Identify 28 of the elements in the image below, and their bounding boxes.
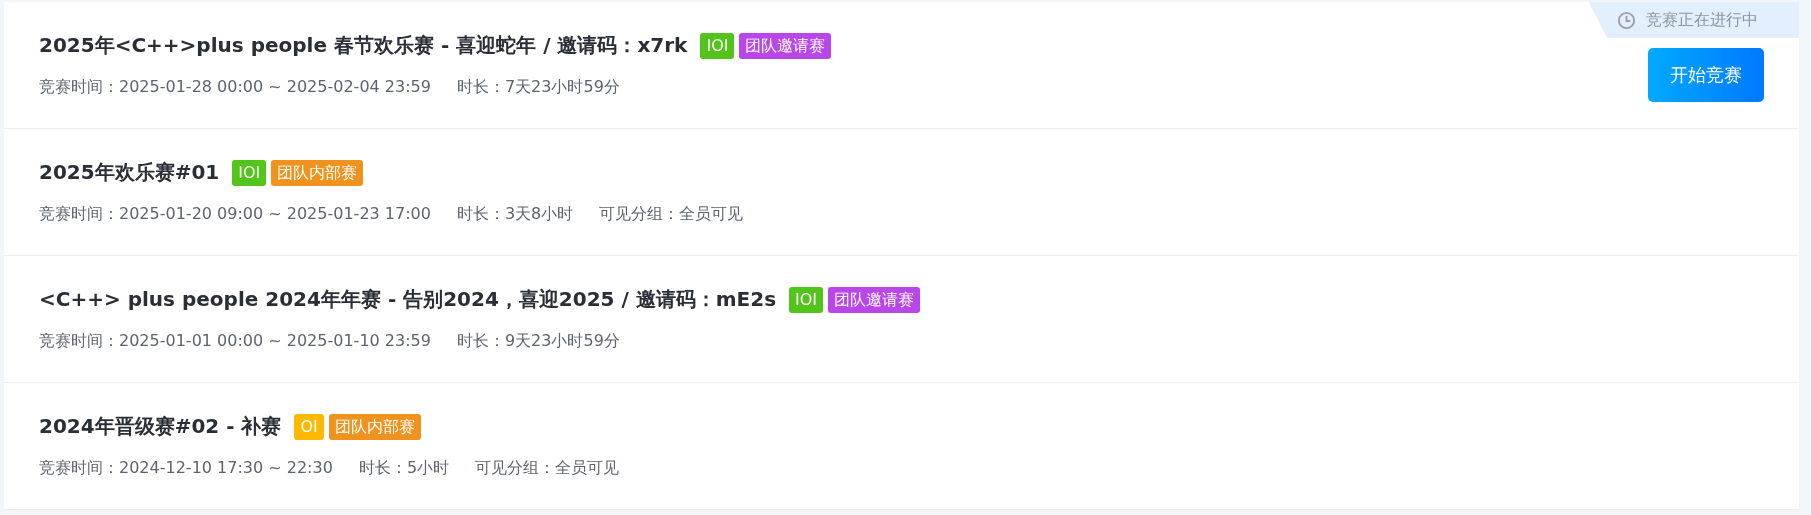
status-text: 竞赛正在进行中 xyxy=(1646,9,1758,31)
contest-tag: IOI xyxy=(789,286,824,313)
contest-info: 时长：7天23小时59分 xyxy=(456,77,620,98)
contest-row[interactable]: 2025年欢乐赛#01 IOI 团队内部赛 竞赛时间：2025-01-20 09:00 ~ 2025-01-23 17:00 时长：3天8小时 可见分组：全员可见 xyxy=(4,129,1799,256)
contest-title[interactable]: 2025年<C++>plus people 春节欢乐赛 - 喜迎蛇年 / 邀请码：x7rk xyxy=(39,32,688,59)
clock-icon xyxy=(1617,10,1636,30)
contest-info: 竞赛时间：2025-01-20 09:00 ~ 2025-01-23 17:00 xyxy=(39,204,431,225)
contest-info: 时长：5小时 xyxy=(358,458,450,479)
contest-row[interactable]: <C++> plus people 2024年年赛 - 告别2024，喜迎2025 / 邀请码：mE2s IOI 团队邀请赛 竞赛时间：2025-01-01 00:00 ~ 2025-01-10 23:59 时长：9天23小时59分 xyxy=(4,256,1799,383)
contest-info: 竞赛时间：2025-01-28 00:00 ~ 2025-02-04 23:59 xyxy=(39,77,431,98)
contest-info: 竞赛时间：2024-12-10 17:30 ~ 22:30 xyxy=(39,458,333,479)
contest-tag: 团队内部赛 xyxy=(271,159,364,186)
contest-tag: 团队邀请赛 xyxy=(828,286,921,313)
contest-tag: IOI xyxy=(232,159,267,186)
contest-info: 可见分组：全员可见 xyxy=(599,204,744,225)
contest-tag: 团队内部赛 xyxy=(328,413,421,440)
contest-info: 时长：9天23小时59分 xyxy=(456,331,620,352)
contest-info: 时长：3天8小时 xyxy=(456,204,574,225)
contest-tag: OI xyxy=(294,413,324,440)
contest-tag: 团队邀请赛 xyxy=(739,32,832,59)
contest-title[interactable]: 2025年欢乐赛#01 xyxy=(39,159,220,186)
contest-info: 可见分组：全员可见 xyxy=(475,458,620,479)
contest-title[interactable]: 2024年晋级赛#02 - 补赛 xyxy=(39,413,282,440)
contest-row[interactable]: 2025年<C++>plus people 春节欢乐赛 - 喜迎蛇年 / 邀请码：x7rk IOI 团队邀请赛 竞赛时间：2025-01-28 00:00 ~ 2025-02-04 23:59 时长：7天23小时59分 竞赛正在进行中 开始竞赛 xyxy=(4,2,1799,129)
contest-title[interactable]: <C++> plus people 2024年年赛 - 告别2024，喜迎2025 / 邀请码：mE2s xyxy=(39,286,777,313)
contest-info: 竞赛时间：2025-01-01 00:00 ~ 2025-01-10 23:59 xyxy=(39,331,431,352)
contest-tag: IOI xyxy=(700,32,735,59)
contest-row[interactable]: 2024年晋级赛#02 - 补赛 OI 团队内部赛 竞赛时间：2024-12-10 17:30 ~ 22:30 时长：5小时 可见分组：全员可见 xyxy=(4,383,1799,510)
